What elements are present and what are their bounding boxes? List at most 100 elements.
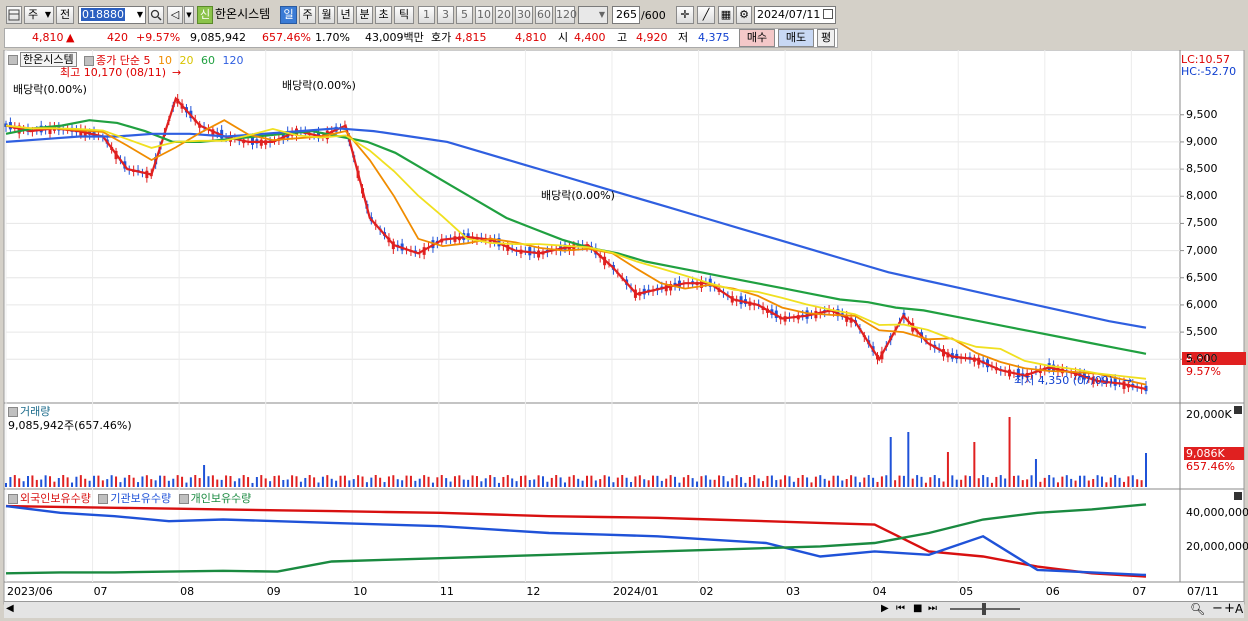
font-a-icon[interactable]: A: [1235, 602, 1243, 616]
dropdown-icon[interactable]: ▼: [184, 6, 194, 24]
volume-bar: [982, 475, 985, 487]
volume-bar: [1145, 453, 1147, 487]
volume-bar: [973, 442, 976, 487]
volume-bar: [713, 479, 716, 487]
legend-toggle-icon[interactable]: [84, 56, 94, 66]
volume-bar: [955, 479, 958, 487]
volume-bar: [387, 476, 390, 487]
crosshair-icon[interactable]: ✛: [676, 6, 694, 24]
period-year[interactable]: 년: [337, 6, 354, 24]
interval-30[interactable]: 30: [515, 6, 533, 24]
volume-bar: [643, 479, 646, 487]
volume-bar: [238, 478, 241, 487]
volume-bar: [863, 477, 866, 487]
ma-legend-20: 20: [179, 54, 194, 67]
volume-bar: [22, 481, 25, 487]
count-input[interactable]: 265: [612, 6, 640, 24]
volume-bar: [541, 476, 544, 487]
chart-area[interactable]: [0, 50, 1248, 621]
volume-bar: [568, 476, 571, 487]
prev-button[interactable]: 전: [56, 6, 74, 24]
amount: 43,009백만: [365, 31, 424, 44]
volume-bar: [273, 475, 276, 487]
eval-button[interactable]: 평: [817, 29, 835, 47]
compare-icon[interactable]: ▦: [718, 6, 734, 24]
volume-bar: [93, 475, 96, 487]
volume-bar: [942, 481, 945, 487]
volume-bar: [845, 479, 848, 487]
plus-icon[interactable]: +: [1224, 601, 1235, 616]
volume-bar: [1043, 477, 1046, 487]
volume-bar: [995, 476, 998, 487]
volume-bar: [1087, 480, 1090, 487]
interval-3[interactable]: 3: [437, 6, 454, 24]
volume-bar: [502, 476, 505, 487]
ma-legend-120: 120: [222, 54, 244, 67]
volume-bar: [1052, 477, 1055, 487]
zoom-out-icon[interactable]: 🔍︎: [1190, 602, 1205, 616]
scroll-left-icon[interactable]: ◀: [6, 603, 14, 614]
volume-bar: [726, 481, 729, 487]
minus-icon[interactable]: −: [1212, 601, 1223, 616]
panel-toggle-icon[interactable]: [8, 55, 18, 65]
volume-y-tick: 20,000K: [1186, 408, 1232, 421]
volume-bar: [555, 475, 558, 487]
high-label: 고: [617, 31, 628, 44]
nav-first-icon[interactable]: ⏮: [896, 603, 905, 614]
draw-tool-icon[interactable]: ╱: [697, 6, 715, 24]
code-input[interactable]: 018880 ▼: [78, 6, 146, 24]
date-input[interactable]: 2024/07/11: [754, 6, 836, 24]
chevron-down-icon: ▼: [44, 10, 51, 19]
nav-last-icon[interactable]: ⏭: [928, 603, 937, 614]
period-month[interactable]: 월: [318, 6, 335, 24]
interval-60[interactable]: 60: [535, 6, 553, 24]
volume-bar: [810, 482, 813, 487]
volume-bar: [449, 481, 452, 487]
type-select[interactable]: 주 ▼: [24, 6, 54, 24]
panel-close-icon[interactable]: [1234, 406, 1242, 414]
search-icon[interactable]: [148, 6, 164, 24]
period-minute[interactable]: 분: [356, 6, 373, 24]
panel-toggle-icon[interactable]: [8, 407, 18, 417]
interval-20[interactable]: 20: [495, 6, 513, 24]
chart-menu-icon[interactable]: [6, 6, 22, 24]
period-week[interactable]: 주: [299, 6, 316, 24]
volume-bar: [832, 475, 835, 487]
zoom-slider-thumb[interactable]: [982, 603, 986, 615]
legend-toggle-icon[interactable]: [98, 494, 109, 504]
speaker-icon[interactable]: ◁: [167, 6, 183, 24]
period-tick[interactable]: 틱: [394, 6, 414, 24]
interval-120[interactable]: 120: [555, 6, 577, 24]
bid-price: 4,810: [515, 31, 547, 44]
gear-icon[interactable]: ⚙: [736, 6, 752, 24]
period-second[interactable]: 초: [375, 6, 392, 24]
volume-bar: [744, 482, 747, 487]
buy-button[interactable]: 매수: [739, 29, 775, 47]
interval-10[interactable]: 10: [475, 6, 493, 24]
volume-bar: [365, 482, 368, 487]
volume-bar: [71, 482, 74, 487]
volume-bar: [1012, 475, 1015, 487]
legend-toggle-icon[interactable]: [8, 494, 18, 504]
volume-bar: [62, 475, 65, 487]
volume-bar: [850, 475, 853, 487]
period-day[interactable]: 일: [280, 6, 297, 24]
dividend-annotation-1: 배당락(0.00%): [13, 83, 87, 96]
volume-bar: [766, 475, 769, 487]
scroll-right-icon[interactable]: ▶: [881, 603, 889, 614]
volume-bar: [31, 475, 34, 487]
y-tick-label: 5,500: [1186, 325, 1218, 339]
nav-stop-icon[interactable]: ■: [913, 603, 922, 614]
panel-close-icon[interactable]: [1234, 492, 1242, 500]
sell-button[interactable]: 매도: [778, 29, 814, 47]
interval-5[interactable]: 5: [456, 6, 473, 24]
legend-toggle-icon[interactable]: [178, 494, 189, 504]
interval-custom-input[interactable]: ▼: [578, 6, 608, 24]
scrollbar[interactable]: [4, 601, 1244, 618]
x-tick-label: 10: [353, 585, 368, 598]
volume-bar: [559, 477, 562, 487]
volume-bar: [885, 475, 888, 487]
interval-1[interactable]: 1: [418, 6, 435, 24]
volume-bar: [286, 479, 289, 487]
volume-bar: [1056, 482, 1059, 487]
